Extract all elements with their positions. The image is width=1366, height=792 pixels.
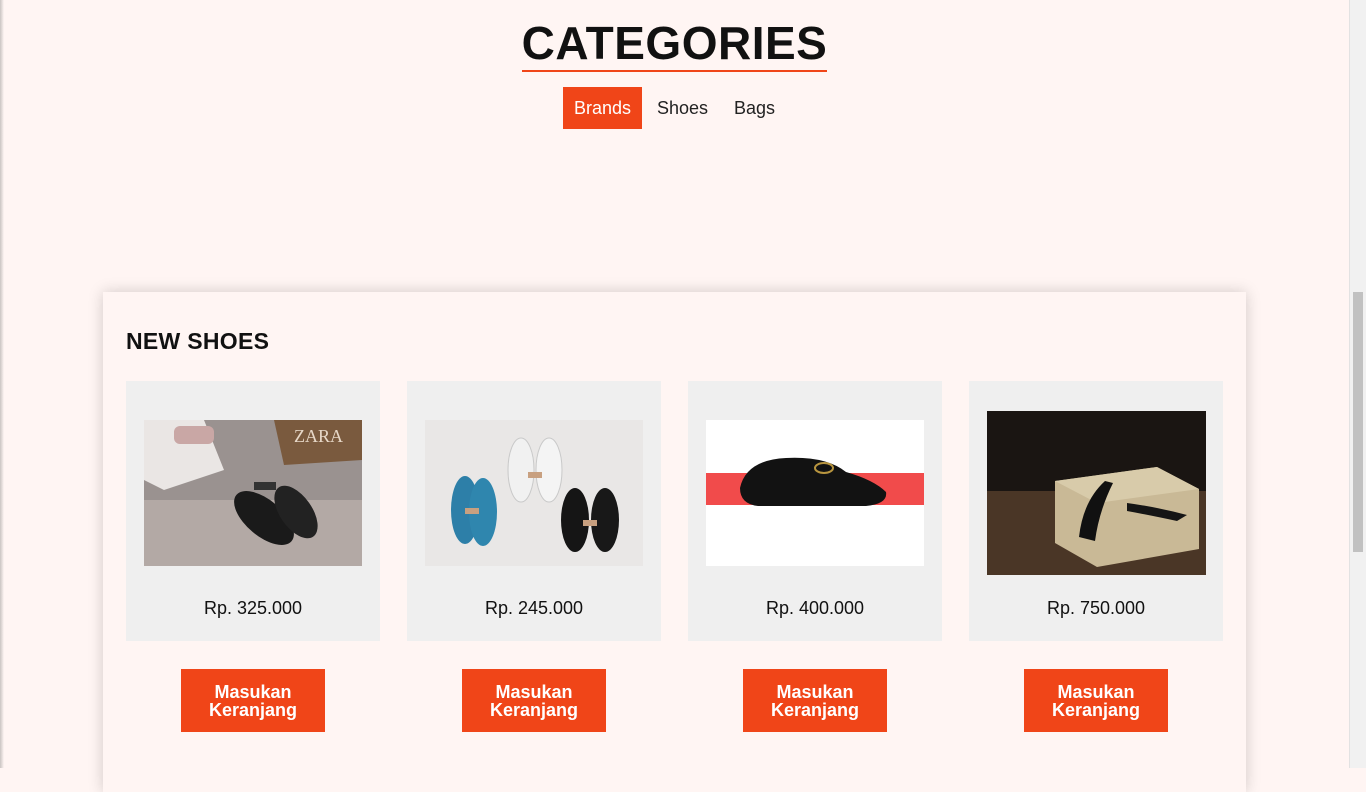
categories-header: CATEGORIES	[0, 18, 1349, 72]
new-shoes-panel: NEW SHOES ZARA Rp. 325.000 Masukan Keran…	[103, 292, 1246, 792]
add-to-cart-button[interactable]: Masukan Keranjang	[181, 669, 325, 732]
categories-title: CATEGORIES	[521, 18, 828, 72]
add-to-cart-button[interactable]: Masukan Keranjang	[1024, 669, 1168, 732]
product-image[interactable]	[425, 420, 643, 566]
new-shoes-heading: NEW SHOES	[126, 328, 270, 354]
product-card[interactable]: ZARA Rp. 325.000	[126, 381, 380, 641]
slingback-flats-photo: ZARA	[144, 420, 362, 566]
product-price: Rp. 750.000	[1046, 598, 1146, 618]
category-tabs: Brands Shoes Bags	[0, 87, 1349, 129]
scrollbar-thumb[interactable]	[1353, 292, 1363, 552]
add-to-cart-button[interactable]: Masukan Keranjang	[743, 669, 887, 732]
kids-loafers-photo	[425, 420, 643, 566]
product-price: Rp. 245.000	[484, 598, 584, 618]
product-card[interactable]: Rp. 400.000	[688, 381, 942, 641]
product-image[interactable]	[987, 411, 1206, 575]
tab-shoes[interactable]: Shoes	[646, 87, 719, 129]
add-to-cart-button[interactable]: Masukan Keranjang	[462, 669, 606, 732]
product-image[interactable]: ZARA	[144, 420, 362, 566]
tab-brands[interactable]: Brands	[562, 87, 642, 129]
slingback-heel-on-box-photo	[987, 411, 1206, 575]
product-card[interactable]: Rp. 750.000	[969, 381, 1223, 641]
horsebit-loafer-photo	[706, 420, 924, 566]
product-price: Rp. 400.000	[765, 598, 865, 618]
svg-text:ZARA: ZARA	[294, 426, 343, 446]
product-card[interactable]: Rp. 245.000	[407, 381, 661, 641]
vertical-scrollbar[interactable]	[1349, 0, 1366, 768]
product-price: Rp. 325.000	[203, 598, 303, 618]
product-image[interactable]	[706, 420, 924, 566]
tab-bags[interactable]: Bags	[723, 87, 786, 129]
